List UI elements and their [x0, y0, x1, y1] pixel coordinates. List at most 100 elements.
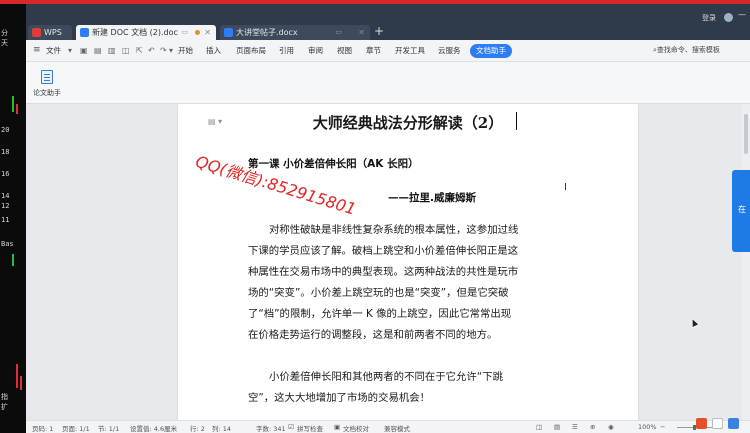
read-mode-icon[interactable]: ◫	[536, 423, 542, 431]
hamburger-icon[interactable]: ≡	[33, 45, 41, 55]
print-icon[interactable]: ▥	[108, 46, 116, 55]
menu-bar: ≡ 文件 ▾ ▣ ▤ ▥ ◫ ⇱ ↶ ↷ ▾ 开始 插入 页面布局 引用 审阅 …	[26, 40, 750, 62]
avatar-icon[interactable]	[724, 13, 733, 22]
stock-label: 18	[1, 148, 10, 156]
eye-protect-icon[interactable]: ◉	[608, 423, 614, 431]
paragraph-1[interactable]: 对称性破缺是非线性复杂系统的根本属性，这参加过线 下课的学员应该了解。破档上跳空…	[248, 220, 578, 346]
tab-label: 新建 DOC 文档 (2).doc	[92, 28, 178, 37]
status-page[interactable]: 页码: 1	[32, 423, 53, 433]
folder-icon[interactable]: ▣	[80, 46, 88, 55]
paragraph-2[interactable]: 小价差倍伸长阳和其他两者的不同在于它允许“下跳 空”，这大大地增加了市场的交易机…	[248, 367, 578, 409]
paragraph-line: 在价格走势运行的调整段，这是和前两者不同的地方。	[248, 329, 498, 341]
menu-chapter[interactable]: 章节	[366, 45, 381, 56]
new-tab-button[interactable]: +	[374, 24, 384, 38]
stock-label: 扩	[1, 403, 8, 411]
monitor-icon: ▭	[335, 28, 342, 36]
status-row[interactable]: 行: 2	[190, 423, 205, 433]
menu-file[interactable]: 文件	[46, 45, 61, 56]
stock-label: 分	[1, 29, 8, 37]
menu-insert[interactable]: 插入	[206, 45, 221, 56]
document-area: ▤ ▾ 大师经典战法分形解读（2） 第一课 小价差倍伸长阳（AK 长阳） ——拉…	[26, 104, 750, 420]
stock-label: 20	[1, 126, 10, 134]
menu-home[interactable]: 开始	[178, 45, 193, 56]
text-caret	[516, 112, 517, 130]
scrollbar-thumb[interactable]	[744, 114, 748, 154]
vertical-scrollbar[interactable]	[742, 104, 750, 420]
input-method-icon[interactable]	[712, 418, 723, 429]
web-view-icon[interactable]: ⊕	[590, 423, 595, 431]
tab-wps-home[interactable]: WPS	[28, 25, 72, 40]
paragraph-line: 下课的学员应该了解。破档上跳空和小价差倍伸长阳正是这	[248, 245, 519, 257]
status-spell[interactable]: 拼写检查	[297, 423, 323, 433]
outline-view-icon[interactable]: ☰	[572, 423, 578, 431]
tab-label: WPS	[44, 28, 62, 37]
minimize-icon[interactable]: —	[738, 10, 746, 19]
status-words[interactable]: 字数: 341	[256, 423, 286, 433]
right-floating-panel[interactable]: 在	[732, 170, 750, 252]
command-search[interactable]: ⌕查找命令、搜索模板	[653, 45, 720, 55]
paragraph-line: 对称性破缺是非线性复杂系统的根本属性，这参加过线	[269, 224, 519, 236]
status-pages[interactable]: 页面: 1/1	[62, 423, 90, 433]
candle-bar	[12, 96, 14, 112]
status-col[interactable]: 列: 14	[212, 423, 231, 433]
menu-developer[interactable]: 开发工具	[395, 45, 425, 56]
document-title[interactable]: 大师经典战法分形解读（2）	[178, 112, 638, 133]
paper-assist-button[interactable]: 论文助手	[33, 88, 61, 98]
candle-bar	[20, 376, 22, 390]
tab-second-document[interactable]: 大讲堂帖子.docx ▭ ✕	[220, 25, 370, 40]
menu-cloud[interactable]: 云服务	[438, 45, 461, 56]
close-icon[interactable]: ✕	[358, 25, 365, 40]
candle-bar	[12, 254, 14, 266]
stock-label: 12	[1, 202, 10, 210]
tab-active-document[interactable]: 新建 DOC 文档 (2).doc ▭ ✕	[76, 25, 216, 40]
export-icon[interactable]: ⇱	[136, 46, 143, 55]
page-view-icon[interactable]: ▤	[554, 423, 560, 431]
menu-references[interactable]: 引用	[279, 45, 294, 56]
status-bar: 页码: 1 页面: 1/1 节: 1/1 设置值: 4.6厘米 行: 2 列: …	[26, 420, 750, 433]
print-preview-icon[interactable]: ◫	[122, 46, 130, 55]
candle-bar	[16, 104, 18, 114]
stock-label: 11	[1, 216, 10, 224]
undo-icon[interactable]: ↶	[148, 46, 155, 55]
zoom-level[interactable]: 100%	[638, 423, 657, 431]
login-link[interactable]: 登录	[702, 13, 716, 23]
menu-view[interactable]: 视图	[337, 45, 352, 56]
paper-assist-icon[interactable]	[41, 70, 53, 84]
command-search-label: 查找命令、搜索模板	[656, 46, 720, 54]
save-icon[interactable]: ▤	[94, 46, 102, 55]
menu-review[interactable]: 审阅	[308, 45, 323, 56]
status-proof[interactable]: 文档校对	[343, 423, 369, 433]
right-panel-label: 在	[738, 205, 746, 214]
paragraph-line: 空”，这大大地增加了市场的交易机会！	[248, 392, 431, 404]
title-bar: WPS 新建 DOC 文档 (2).doc ▭ ✕ 大讲堂帖子.docx ▭ ✕…	[26, 4, 750, 40]
screen: 分 天 20 18 16 14 12 11 Bas 指 扩 WPS 新建 DOC…	[0, 0, 750, 433]
paragraph-line: 小价差倍伸长阳和其他两者的不同在于它允许“下跳	[269, 371, 503, 383]
word-doc-icon	[224, 28, 233, 37]
status-section[interactable]: 节: 1/1	[98, 423, 119, 433]
status-compat[interactable]: 兼容模式	[384, 423, 410, 433]
redo-icon[interactable]: ↷	[160, 46, 167, 55]
lesson-heading[interactable]: 第一课 小价差倍伸长阳（AK 长阳）	[248, 156, 419, 171]
wps-sogou-icon[interactable]	[696, 418, 707, 429]
document-page[interactable]: ▤ ▾ 大师经典战法分形解读（2） 第一课 小价差倍伸长阳（AK 长阳） ——拉…	[178, 104, 638, 420]
word-doc-icon	[80, 28, 89, 37]
monitor-icon: ▭	[181, 28, 188, 36]
unsaved-dot-icon	[195, 30, 200, 35]
author-line[interactable]: ——拉里.威廉姆斯	[388, 190, 476, 205]
chevron-down-icon[interactable]: ▾	[169, 46, 173, 55]
menu-doc-assistant[interactable]: 文档助手	[470, 44, 512, 58]
menu-page-layout[interactable]: 页面布局	[236, 45, 266, 56]
zoom-out-icon[interactable]: −	[660, 423, 665, 431]
status-position[interactable]: 设置值: 4.6厘米	[130, 423, 177, 433]
ribbon: 论文助手	[26, 62, 750, 104]
spell-check-icon[interactable]: ☑	[288, 423, 294, 431]
tray-app-icon[interactable]	[728, 418, 739, 429]
close-icon[interactable]: ✕	[204, 25, 211, 40]
candle-bar	[16, 364, 18, 388]
chevron-down-icon[interactable]: ▾	[68, 46, 72, 55]
proof-icon[interactable]: ▣	[334, 423, 340, 431]
stock-chart-strip: 分 天 20 18 16 14 12 11 Bas 指 扩	[0, 4, 26, 433]
stock-label: 14	[1, 192, 10, 200]
paragraph-line: 场的“突变”。小价差上跳空玩的也是“突变”，但是它突破	[248, 287, 509, 299]
tab-label: 大讲堂帖子.docx	[236, 28, 298, 37]
